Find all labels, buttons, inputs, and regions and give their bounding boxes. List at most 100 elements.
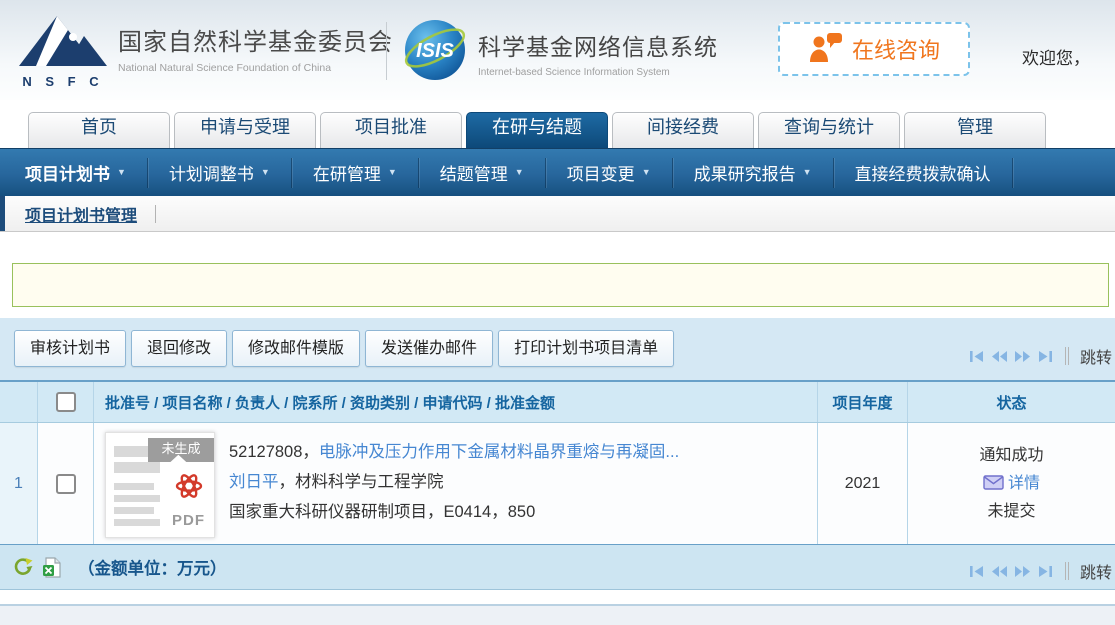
nsfc-logo: N S F C xyxy=(16,10,110,90)
menu-label: 结题管理 xyxy=(440,160,508,185)
tab-management[interactable]: 管理 xyxy=(904,112,1046,148)
tab-query-statistics[interactable]: 查询与统计 xyxy=(758,112,900,148)
table-footer: （金额单位：万元） xyxy=(0,545,1115,590)
dropdown-arrow-icon: ▼ xyxy=(117,168,126,177)
project-title-link[interactable]: 电脉冲及压力作用下金属材料晶界重熔与再凝固... xyxy=(319,443,679,461)
tab-ongoing-conclusion[interactable]: 在研与结题 xyxy=(466,112,608,148)
toolbar: 审核计划书 退回修改 修改邮件模版 发送催办邮件 打印计划书项目清单 xyxy=(0,318,1115,380)
menu-ongoing-management[interactable]: 在研管理 ▼ xyxy=(292,158,419,188)
message-box xyxy=(12,263,1109,307)
pdf-text-line xyxy=(114,495,160,502)
breadcrumb-divider xyxy=(155,205,156,223)
dropdown-arrow-icon: ▼ xyxy=(515,168,524,177)
org-title-block: 国家自然科学基金委员会 National Natural Science Fou… xyxy=(118,22,393,74)
approval-number: 52127808， xyxy=(229,443,319,461)
table-row: 1 未生成 PDF xyxy=(0,423,1115,546)
org-title-en: National Natural Science Foundation of C… xyxy=(118,62,393,74)
next-page-icon[interactable] xyxy=(1014,563,1031,580)
svg-text:ISIS: ISIS xyxy=(416,40,454,62)
pagination-bottom: 跳转 xyxy=(968,559,1112,583)
system-title-block: 科学基金网络信息系统 Internet-based Science Inform… xyxy=(478,28,718,78)
org-title-cn: 国家自然科学基金委员会 xyxy=(118,22,393,57)
pagination-top: 跳转 xyxy=(968,344,1112,368)
pdf-text-line xyxy=(114,462,160,473)
jump-label[interactable]: 跳转 xyxy=(1080,344,1112,368)
header-rownum-cell xyxy=(0,382,38,422)
last-page-icon[interactable] xyxy=(1037,348,1054,365)
welcome-text: 欢迎您， xyxy=(1022,44,1090,69)
menu-label: 成果研究报告 xyxy=(694,160,796,185)
status-detail-line: 详情 xyxy=(908,470,1115,498)
online-consult-label: 在线咨询 xyxy=(852,33,940,65)
project-info-cell: 未生成 PDF 52127808，电脉冲及压力作用下金属材料晶界重熔与再凝固..… xyxy=(94,423,818,544)
pager-divider xyxy=(1065,562,1069,580)
online-consult-icon xyxy=(808,32,844,66)
amount-unit-note: （金额单位：万元） xyxy=(78,555,227,579)
leader-link[interactable]: 刘日平 xyxy=(229,473,279,491)
online-consult-button[interactable]: 在线咨询 xyxy=(778,22,970,76)
plans-table: 批准号 / 项目名称 / 负责人 / 院系所 / 资助类别 / 申请代码 / 批… xyxy=(0,380,1115,546)
table-header-row: 批准号 / 项目名称 / 负责人 / 院系所 / 资助类别 / 申请代码 / 批… xyxy=(0,382,1115,423)
first-page-icon[interactable] xyxy=(968,348,985,365)
last-page-icon[interactable] xyxy=(1037,563,1054,580)
system-title-en: Internet-based Science Information Syste… xyxy=(478,67,718,78)
row-number: 1 xyxy=(0,423,38,544)
project-year: 2021 xyxy=(818,423,908,544)
review-plan-button[interactable]: 审核计划书 xyxy=(14,330,126,367)
acrobat-pdf-icon xyxy=(172,469,206,503)
pager-divider xyxy=(1065,347,1069,365)
tab-indirect-funds[interactable]: 间接经费 xyxy=(612,112,754,148)
tab-home[interactable]: 首页 xyxy=(28,112,170,148)
first-page-icon[interactable] xyxy=(968,563,985,580)
menu-label: 在研管理 xyxy=(313,160,381,185)
dropdown-arrow-icon: ▼ xyxy=(388,168,397,177)
breadcrumb-link-plan-management[interactable]: 项目计划书管理 xyxy=(25,202,137,226)
edit-mail-template-button[interactable]: 修改邮件模版 xyxy=(232,330,360,367)
send-reminder-mail-button[interactable]: 发送催办邮件 xyxy=(365,330,493,367)
header-status-column: 状态 xyxy=(908,382,1115,422)
breadcrumb: 项目计划书管理 xyxy=(0,196,1115,232)
top-header: N S F C 国家自然科学基金委员会 National Natural Sci… xyxy=(0,0,1115,100)
pdf-thumbnail[interactable]: 未生成 PDF xyxy=(105,432,215,538)
menu-conclusion-management[interactable]: 结题管理 ▼ xyxy=(419,158,546,188)
project-line3: 国家重大科研仪器研制项目，E0414，850 xyxy=(229,497,679,527)
header-main-column: 批准号 / 项目名称 / 负责人 / 院系所 / 资助类别 / 申请代码 / 批… xyxy=(94,382,818,422)
header-divider xyxy=(386,22,387,80)
dropdown-arrow-icon: ▼ xyxy=(803,168,812,177)
envelope-icon xyxy=(983,475,1004,490)
prev-page-icon[interactable] xyxy=(991,563,1008,580)
department-text: ，材料科学与工程学院 xyxy=(279,473,444,491)
jump-label[interactable]: 跳转 xyxy=(1080,559,1112,583)
menu-plan-adjustment[interactable]: 计划调整书 ▼ xyxy=(148,158,292,188)
return-for-revision-button[interactable]: 退回修改 xyxy=(131,330,227,367)
dropdown-arrow-icon: ▼ xyxy=(261,168,270,177)
project-line1: 52127808，电脉冲及压力作用下金属材料晶界重熔与再凝固... xyxy=(229,437,679,467)
menu-research-report[interactable]: 成果研究报告 ▼ xyxy=(673,158,834,188)
status-notify-success: 通知成功 xyxy=(908,442,1115,470)
pdf-text-line xyxy=(114,519,160,526)
row-checkbox[interactable] xyxy=(56,474,76,494)
pdf-ungenerated-ribbon: 未生成 xyxy=(148,438,214,462)
sub-menu-bar: 项目计划书 ▼ 计划调整书 ▼ 在研管理 ▼ 结题管理 ▼ 项目变更 ▼ 成果研… xyxy=(0,148,1115,196)
tab-project-approval[interactable]: 项目批准 xyxy=(320,112,462,148)
svg-text:N S F C: N S F C xyxy=(22,74,103,89)
prev-page-icon[interactable] xyxy=(991,348,1008,365)
tab-apply-accept[interactable]: 申请与受理 xyxy=(174,112,316,148)
menu-project-change[interactable]: 项目变更 ▼ xyxy=(546,158,673,188)
menu-label: 直接经费拨款确认 xyxy=(855,160,991,185)
project-line2: 刘日平，材料科学与工程学院 xyxy=(229,467,679,497)
page: N S F C 国家自然科学基金委员会 National Natural Sci… xyxy=(0,0,1115,625)
row-checkbox-cell xyxy=(38,423,94,544)
main-tab-bar: 首页 申请与受理 项目批准 在研与结题 间接经费 查询与统计 管理 xyxy=(0,100,1115,148)
excel-export-icon[interactable] xyxy=(42,557,61,578)
project-text: 52127808，电脉冲及压力作用下金属材料晶界重熔与再凝固... 刘日平，材料… xyxy=(229,437,679,527)
menu-label: 项目计划书 xyxy=(25,160,110,185)
menu-direct-fund-confirm[interactable]: 直接经费拨款确认 xyxy=(834,158,1013,188)
print-plan-list-button[interactable]: 打印计划书项目清单 xyxy=(498,330,674,367)
menu-project-plan[interactable]: 项目计划书 ▼ xyxy=(4,158,148,188)
refresh-icon[interactable] xyxy=(13,557,33,577)
next-page-icon[interactable] xyxy=(1014,348,1031,365)
select-all-checkbox[interactable] xyxy=(56,392,76,412)
bottom-panel xyxy=(0,604,1115,625)
detail-link[interactable]: 详情 xyxy=(1008,475,1040,492)
